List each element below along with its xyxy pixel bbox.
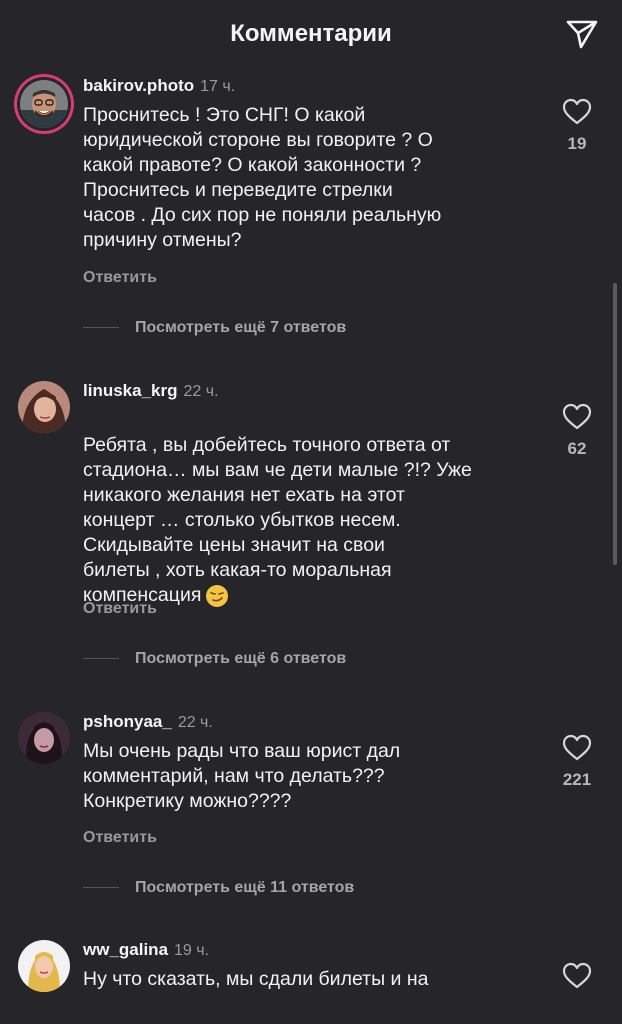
heart-icon[interactable] [562, 98, 592, 126]
username[interactable]: bakirov.photo [83, 76, 194, 95]
avatar[interactable] [20, 80, 68, 128]
timestamp: 19 ч. [174, 942, 210, 959]
like-area: 62 [553, 403, 601, 459]
scrollbar[interactable] [613, 283, 617, 565]
page-title: Комментарии [230, 20, 392, 47]
heart-icon[interactable] [562, 962, 592, 990]
like-count: 62 [567, 439, 587, 458]
like-count: 19 [567, 134, 587, 153]
like-area: 19 [553, 98, 601, 154]
reply-button[interactable]: Ответить [83, 269, 157, 287]
like-count: 221 [562, 770, 592, 789]
like-area: 221 [553, 734, 601, 790]
reply-button[interactable]: Ответить [83, 829, 157, 847]
comment-text: Проснитесь ! Это СНГ! О какой юридическо… [83, 104, 442, 251]
avatar[interactable] [18, 381, 70, 433]
like-area [553, 962, 601, 990]
header: Комментарии [0, 0, 622, 72]
view-replies-button[interactable]: Посмотреть ещё 7 ответов [83, 319, 346, 337]
comment-meta: bakirov.photo 17 ч. [83, 76, 235, 96]
username[interactable]: linuska_krg [83, 381, 178, 400]
username[interactable]: ww_galina [83, 940, 168, 959]
comment-text-body: Ребята , вы добейтесь точного ответа от … [83, 434, 472, 606]
divider-line [83, 327, 119, 329]
comment-text: Ребята , вы добейтесь точного ответа от … [83, 408, 523, 608]
timestamp: 22 ч. [177, 714, 213, 731]
view-replies-label: Посмотреть ещё 6 ответов [135, 650, 347, 667]
avatar[interactable] [18, 712, 70, 764]
reply-button[interactable]: Ответить [83, 600, 157, 618]
view-replies-label: Посмотреть ещё 7 ответов [135, 319, 347, 336]
send-icon[interactable] [564, 16, 600, 52]
view-replies-button[interactable]: Посмотреть ещё 11 ответов [83, 879, 354, 897]
username[interactable]: pshonyaa_ [83, 712, 172, 731]
view-replies-label: Посмотреть ещё 11 ответов [135, 879, 355, 896]
heart-icon[interactable] [562, 734, 592, 762]
comment-meta: pshonyaa_ 22 ч. [83, 712, 213, 732]
comment-meta: linuska_krg 22 ч. [83, 381, 219, 401]
avatar[interactable] [18, 940, 70, 992]
timestamp: 22 ч. [183, 383, 219, 400]
smirk-emoji-icon [205, 584, 229, 608]
comment-meta: ww_galina 19 ч. [83, 940, 209, 960]
timestamp: 17 ч. [200, 78, 236, 95]
view-replies-button[interactable]: Посмотреть ещё 6 ответов [83, 650, 346, 668]
comment-text: Ну что сказать, мы сдали билеты и на [83, 968, 429, 990]
heart-icon[interactable] [562, 403, 592, 431]
divider-line [83, 658, 119, 660]
comment-text: Мы очень рады что ваш юрист дал коммента… [83, 740, 401, 812]
divider-line [83, 887, 119, 889]
